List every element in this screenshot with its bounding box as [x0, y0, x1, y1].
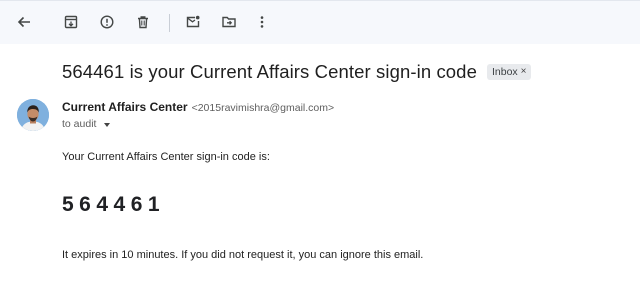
body-expiry-text: It expires in 10 minutes. If you did not… — [62, 249, 424, 261]
sender-email: <2015ravimishra@gmail.com> — [191, 102, 335, 114]
arrow-left-icon — [17, 16, 30, 28]
report-spam-button[interactable] — [94, 9, 120, 35]
email-view: 564461 is your Current Affairs Center si… — [0, 0, 640, 284]
toolbar-divider — [169, 14, 170, 32]
mark-unread-button[interactable] — [180, 9, 206, 35]
inbox-label-chip[interactable]: Inbox × — [486, 64, 531, 80]
archive-icon — [64, 15, 78, 29]
label-text: Inbox — [491, 66, 518, 78]
email-toolbar — [0, 0, 640, 44]
archive-button[interactable] — [58, 9, 84, 35]
body-intro-text: Your Current Affairs Center sign-in code… — [62, 151, 270, 163]
remove-label-icon[interactable]: × — [521, 67, 527, 77]
recipients-toggle[interactable]: to audit — [62, 117, 111, 131]
subject-row: 564461 is your Current Affairs Center si… — [62, 59, 531, 85]
more-vertical-icon — [260, 16, 264, 28]
delete-button[interactable] — [130, 9, 156, 35]
back-button[interactable] — [11, 9, 37, 35]
sender-line: Current Affairs Center <2015ravimishra@g… — [62, 100, 334, 114]
sender-name[interactable]: Current Affairs Center — [62, 100, 188, 114]
more-options-button[interactable] — [249, 9, 275, 35]
email-subject: 564461 is your Current Affairs Center si… — [62, 61, 477, 82]
chevron-down-icon[interactable] — [104, 122, 111, 127]
trash-icon — [138, 16, 148, 29]
move-folder-icon — [222, 16, 236, 28]
recipients-text: to audit — [62, 118, 97, 130]
sign-in-code: 564461 — [62, 193, 166, 216]
avatar[interactable] — [17, 99, 49, 131]
mark-unread-icon — [186, 15, 200, 28]
move-to-button[interactable] — [216, 9, 242, 35]
report-icon — [100, 15, 114, 29]
sender-photo — [17, 99, 49, 131]
